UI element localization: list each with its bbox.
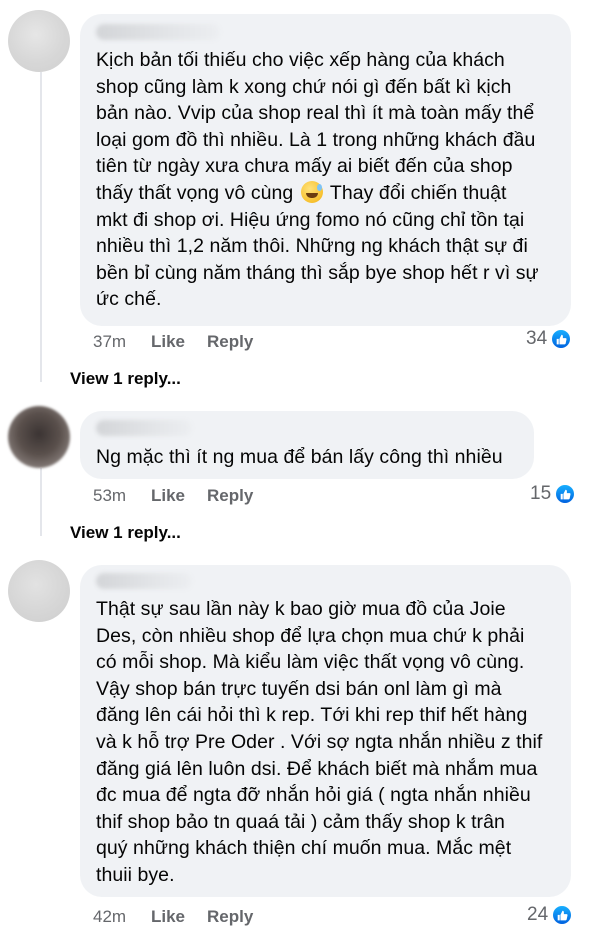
avatar[interactable] [8, 560, 70, 622]
like-button[interactable]: Like [151, 907, 185, 927]
view-replies-link[interactable]: View 1 reply... [70, 369, 181, 389]
reaction-summary[interactable]: 24 [527, 904, 573, 926]
reaction-summary[interactable]: 15 [530, 483, 576, 505]
comment-timestamp[interactable]: 42m [93, 907, 126, 927]
like-reaction-icon [551, 329, 572, 349]
reaction-summary[interactable]: 34 [526, 328, 572, 350]
reply-button[interactable]: Reply [207, 907, 253, 927]
avatar[interactable] [8, 406, 70, 468]
author-name-blurred[interactable] [96, 573, 192, 589]
reaction-count: 34 [526, 328, 548, 349]
comment-timestamp[interactable]: 53m [93, 486, 126, 506]
grinning-sweat-emoji-icon [300, 180, 323, 203]
comment-text: Ng mặc thì ít ng mua để bán lấy công thì… [96, 446, 503, 468]
thread-line [40, 468, 42, 536]
thread-line [40, 72, 42, 382]
comment-timestamp[interactable]: 37m [93, 332, 126, 352]
reaction-count: 15 [530, 483, 552, 504]
avatar[interactable] [8, 10, 70, 72]
like-button[interactable]: Like [151, 486, 185, 506]
like-reaction-icon [552, 905, 573, 925]
comment-text: Kịch bản tối thiếu cho việc xếp hàng của… [96, 49, 539, 311]
reply-button[interactable]: Reply [207, 486, 253, 506]
view-replies-link[interactable]: View 1 reply... [70, 523, 181, 543]
author-name-blurred[interactable] [96, 24, 220, 40]
like-button[interactable]: Like [151, 332, 185, 352]
reply-button[interactable]: Reply [207, 332, 253, 352]
like-reaction-icon [555, 484, 576, 504]
reaction-count: 24 [527, 904, 549, 925]
comment-text: Thật sự sau lần này k bao giờ mua đồ của… [96, 598, 543, 886]
author-name-blurred[interactable] [96, 420, 192, 436]
